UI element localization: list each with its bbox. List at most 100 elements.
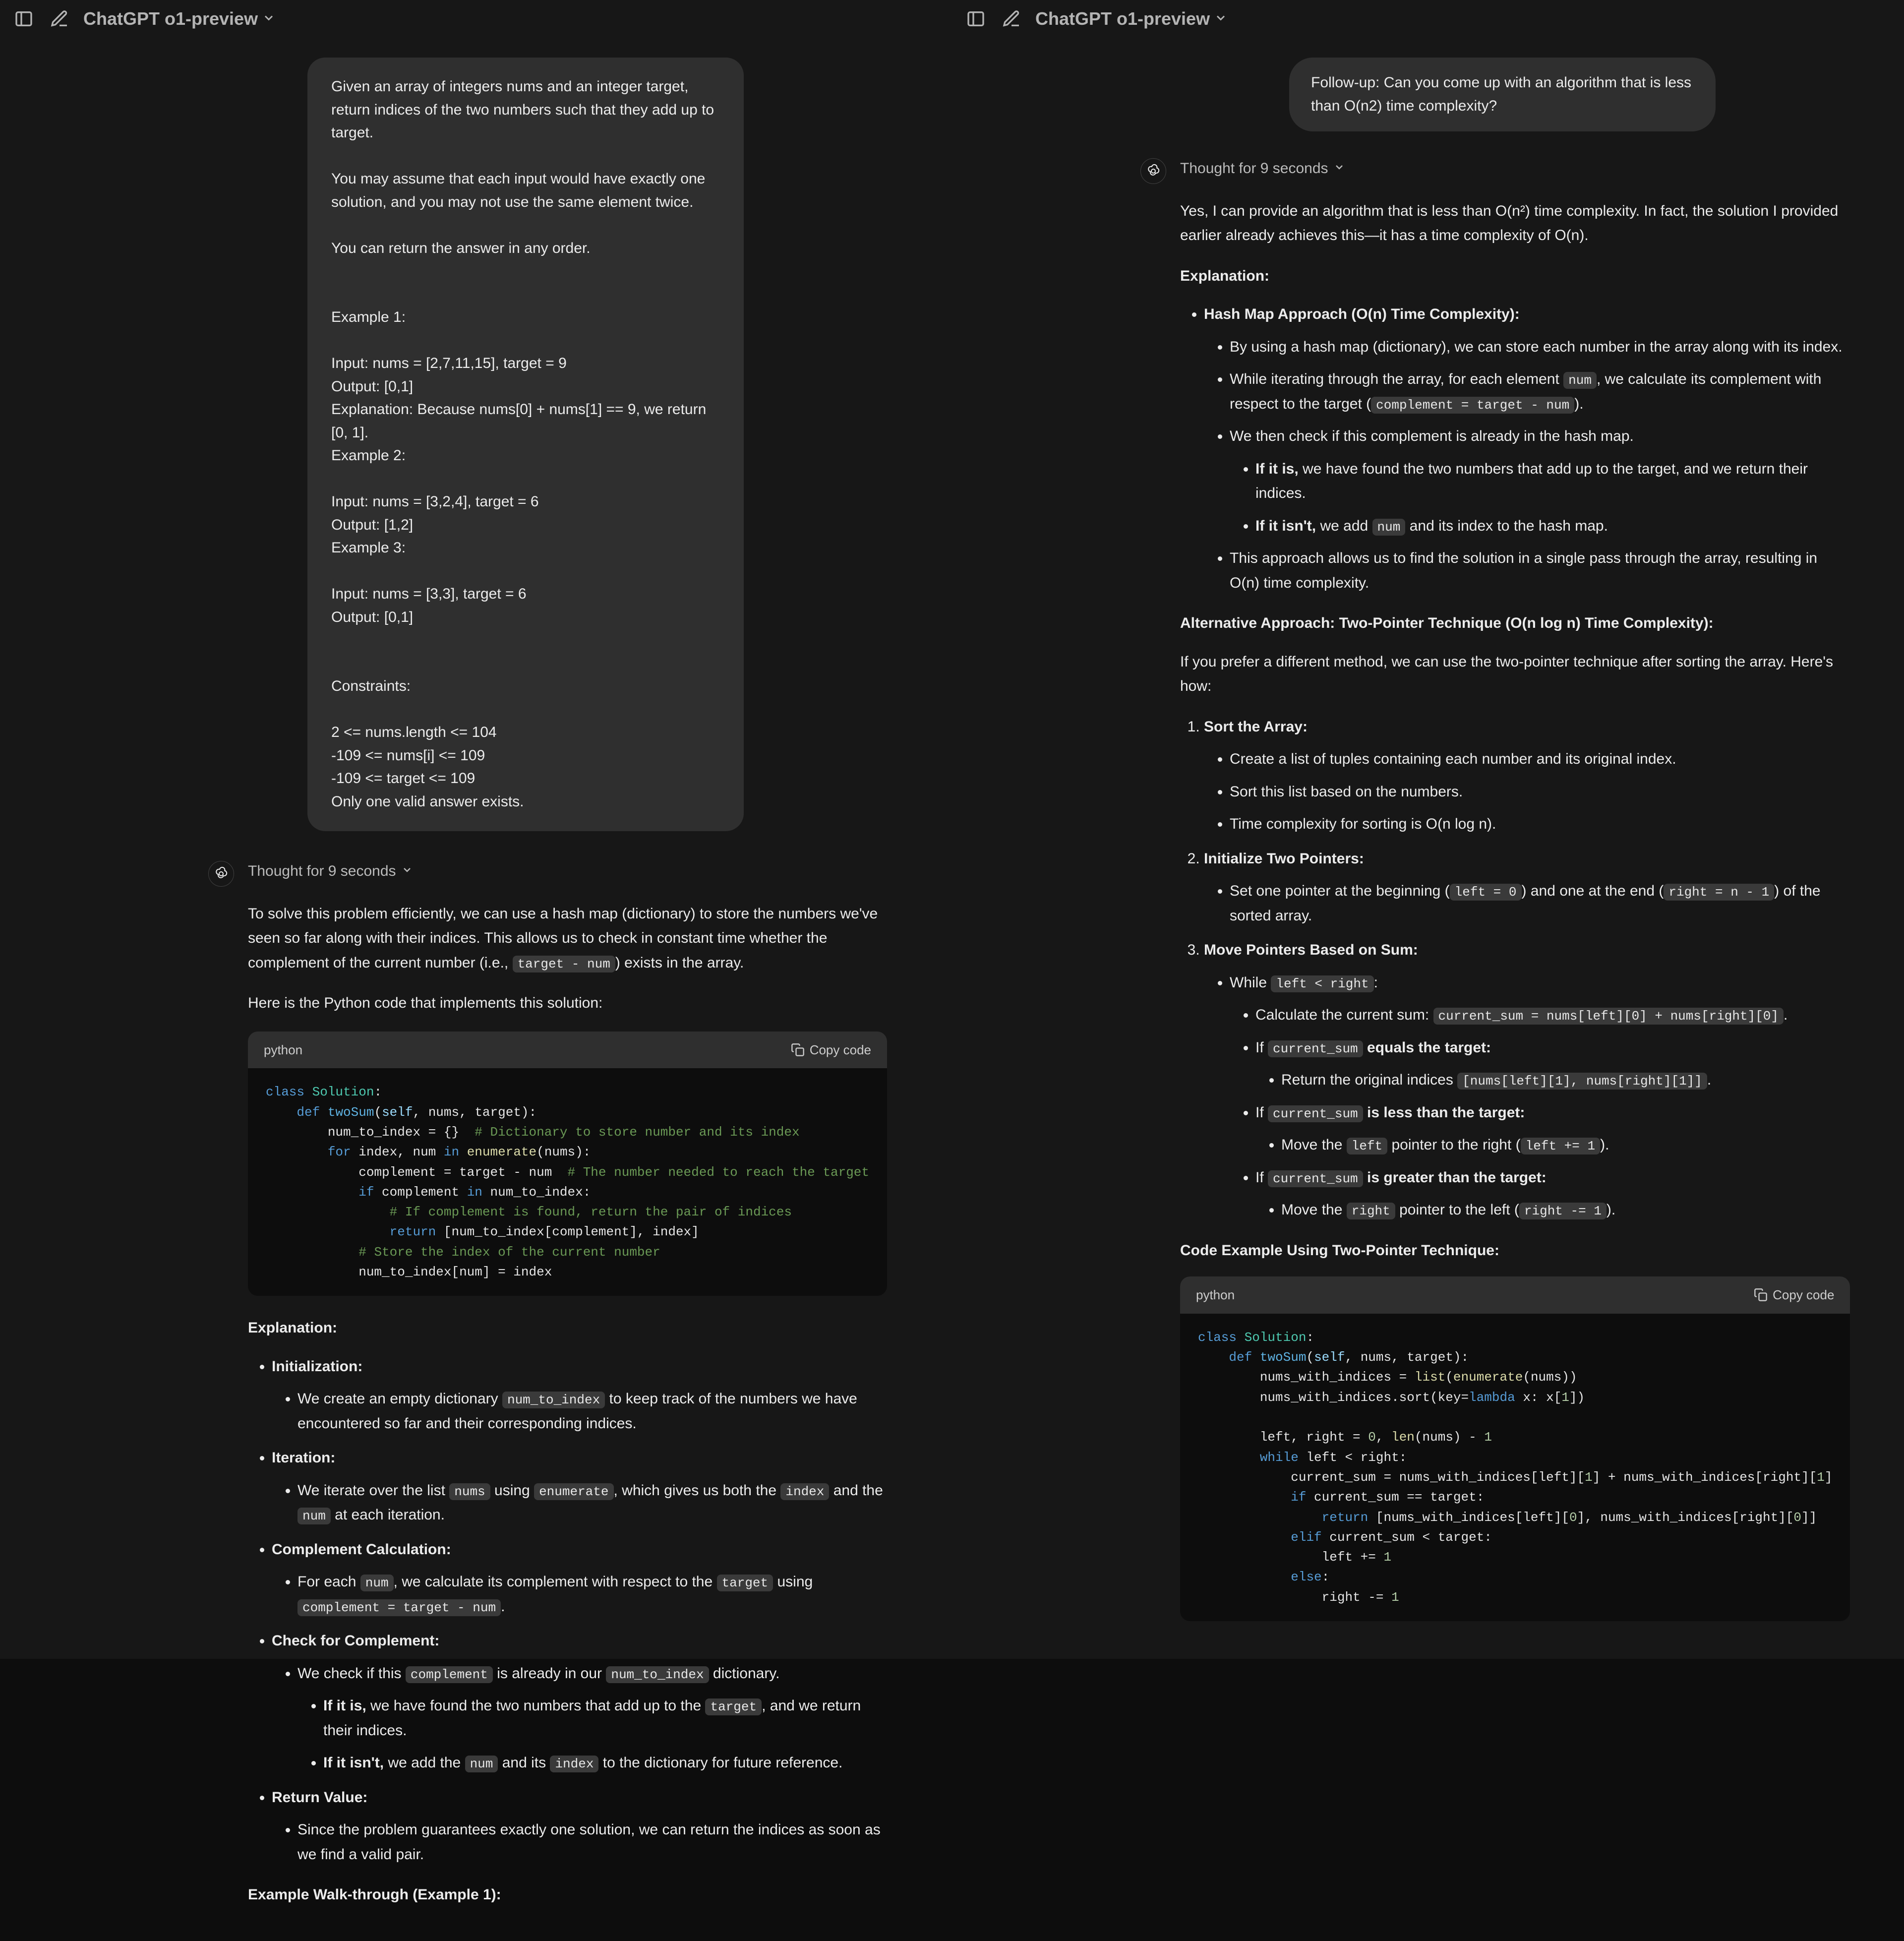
list-item: Time complexity for sorting is O(n log n… (1230, 812, 1850, 837)
panel-left: ChatGPT o1-preview Given an array of int… (0, 0, 952, 1659)
list-item: Sort the Array: Create a list of tuples … (1204, 715, 1850, 837)
walkthrough-heading: Example Walk-through (Example 1): (248, 1882, 887, 1907)
list-item: If current_sum is less than the target: … (1255, 1100, 1850, 1157)
list-item: Hash Map Approach (O(n) Time Complexity)… (1204, 302, 1850, 595)
two-pointer-steps: Sort the Array: Create a list of tuples … (1180, 715, 1850, 1222)
inline-code: index (780, 1483, 829, 1500)
list-item: We check if this complement is already i… (298, 1661, 887, 1775)
inline-code: left = 0 (1450, 884, 1522, 901)
user-message-right: Follow-up: Can you come up with an algor… (1289, 58, 1716, 131)
assistant-message-right: Thought for 9 seconds Yes, I can provide… (1140, 156, 1716, 1641)
inline-code: right = n - 1 (1664, 884, 1774, 901)
chevron-down-icon (262, 8, 276, 29)
topbar-left: ChatGPT o1-preview (0, 0, 952, 38)
code-body-left: class Solution: def twoSum(self, nums, t… (248, 1068, 887, 1296)
list-item: While left < right: Calculate the curren… (1230, 970, 1850, 1222)
inline-code: complement (406, 1666, 493, 1683)
conversation-right: Follow-up: Can you come up with an algor… (1111, 38, 1745, 1661)
assistant-avatar (1140, 158, 1166, 184)
list-item: Check for Complement: We check if this c… (272, 1629, 887, 1775)
chevron-down-icon (401, 859, 413, 884)
assistant-body-left: Thought for 9 seconds To solve this prob… (248, 859, 887, 1921)
conversation-left: Given an array of integers nums and an i… (178, 38, 774, 1941)
list-item: We iterate over the list nums using enum… (298, 1478, 887, 1527)
model-name: ChatGPT o1-preview (1035, 8, 1210, 29)
inline-code: num (1372, 519, 1406, 536)
list-item: Return Value: Since the problem guarante… (272, 1785, 887, 1867)
explanation-heading: Explanation: (1180, 264, 1850, 289)
inline-code: [nums[left][1], nums[right][1]] (1457, 1073, 1707, 1090)
list-item: If it is, we have found the two numbers … (1255, 457, 1850, 506)
inline-code: left < right (1271, 975, 1373, 992)
list-item: Initialize Two Pointers: Set one pointer… (1204, 847, 1850, 928)
user-bubble: Follow-up: Can you come up with an algor… (1289, 58, 1716, 131)
inline-code: right -= 1 (1519, 1203, 1606, 1219)
inline-code: current_sum (1268, 1105, 1363, 1122)
user-message-left: Given an array of integers nums and an i… (307, 58, 744, 831)
thought-label: Thought for 9 seconds (1180, 156, 1328, 181)
chevron-down-icon (1333, 156, 1345, 181)
list-item: Move the right pointer to the left (righ… (1281, 1198, 1850, 1222)
list-item: We then check if this complement is alre… (1230, 424, 1850, 538)
inline-code: target - num (513, 956, 615, 972)
assistant-message-left: Thought for 9 seconds To solve this prob… (208, 859, 744, 1921)
list-item: Calculate the current sum: current_sum =… (1255, 1003, 1850, 1028)
code-example-heading: Code Example Using Two-Pointer Technique… (1180, 1238, 1850, 1263)
thought-summary[interactable]: Thought for 9 seconds (248, 859, 887, 884)
list-item: Set one pointer at the beginning (left =… (1230, 879, 1850, 928)
chevron-down-icon (1214, 8, 1228, 29)
list-item: Complement Calculation: For each num, we… (272, 1537, 887, 1619)
alt-heading: Alternative Approach: Two-Pointer Techni… (1180, 611, 1850, 636)
code-lang: python (264, 1039, 302, 1061)
list-item: Create a list of tuples containing each … (1230, 747, 1850, 772)
inline-code: left += 1 (1521, 1138, 1600, 1154)
inline-code: target (705, 1698, 762, 1715)
inline-code: current_sum = nums[left][0] + nums[right… (1433, 1008, 1784, 1025)
inline-code: num (465, 1756, 498, 1772)
code-header: python Copy code (248, 1031, 887, 1069)
model-selector[interactable]: ChatGPT o1-preview (1035, 8, 1228, 29)
new-chat-icon[interactable] (48, 7, 71, 31)
inline-code: complement = target - num (298, 1599, 501, 1616)
list-item: Since the problem guarantees exactly one… (298, 1818, 887, 1867)
list-item: Iteration: We iterate over the list nums… (272, 1446, 887, 1527)
list-item: If current_sum is greater than the targe… (1255, 1165, 1850, 1222)
list-item: Move Pointers Based on Sum: While left <… (1204, 938, 1850, 1222)
assistant-avatar (208, 861, 234, 887)
sidebar-toggle-icon[interactable] (964, 7, 988, 31)
copy-label: Copy code (810, 1039, 871, 1061)
sidebar-toggle-icon[interactable] (12, 7, 36, 31)
list-item: While iterating through the array, for e… (1230, 367, 1850, 416)
here-is: Here is the Python code that implements … (248, 991, 887, 1016)
topbar-right: ChatGPT o1-preview (952, 0, 1904, 38)
code-block-left: python Copy code class Solution: def two… (248, 1031, 887, 1296)
inline-code: index (550, 1756, 598, 1772)
list-item: If current_sum equals the target: Return… (1255, 1035, 1850, 1092)
thought-summary[interactable]: Thought for 9 seconds (1180, 156, 1850, 181)
inline-code: num_to_index (502, 1392, 605, 1408)
intro-para: Yes, I can provide an algorithm that is … (1180, 199, 1850, 248)
inline-code: enumerate (534, 1483, 613, 1500)
list-item: If it is, we have found the two numbers … (323, 1694, 887, 1743)
alt-intro: If you prefer a different method, we can… (1180, 650, 1850, 699)
list-item: By using a hash map (dictionary), we can… (1230, 335, 1850, 360)
list-item: Return the original indices [nums[left][… (1281, 1068, 1850, 1092)
list-item: Initialization: We create an empty dicti… (272, 1354, 887, 1436)
inline-code: nums (449, 1483, 490, 1500)
list-item: For each num, we calculate its complemen… (298, 1570, 887, 1619)
code-body-right: class Solution: def twoSum(self, nums, t… (1180, 1314, 1850, 1621)
inline-code: complement = target - num (1371, 397, 1574, 414)
explanation-heading: Explanation: (248, 1316, 887, 1340)
inline-code: current_sum (1268, 1040, 1363, 1057)
list-item: We create an empty dictionary num_to_ind… (298, 1387, 887, 1436)
model-name: ChatGPT o1-preview (83, 8, 258, 29)
list-item: Sort this list based on the numbers. (1230, 780, 1850, 804)
new-chat-icon[interactable] (1000, 7, 1023, 31)
list-item: If it isn't, we add the num and its inde… (323, 1751, 887, 1775)
inline-code: left (1347, 1138, 1387, 1154)
copy-code-button[interactable]: Copy code (1754, 1284, 1834, 1306)
list-item: Move the left pointer to the right (left… (1281, 1133, 1850, 1157)
copy-code-button[interactable]: Copy code (791, 1039, 871, 1061)
inline-code: num (298, 1508, 331, 1524)
model-selector[interactable]: ChatGPT o1-preview (83, 8, 276, 29)
